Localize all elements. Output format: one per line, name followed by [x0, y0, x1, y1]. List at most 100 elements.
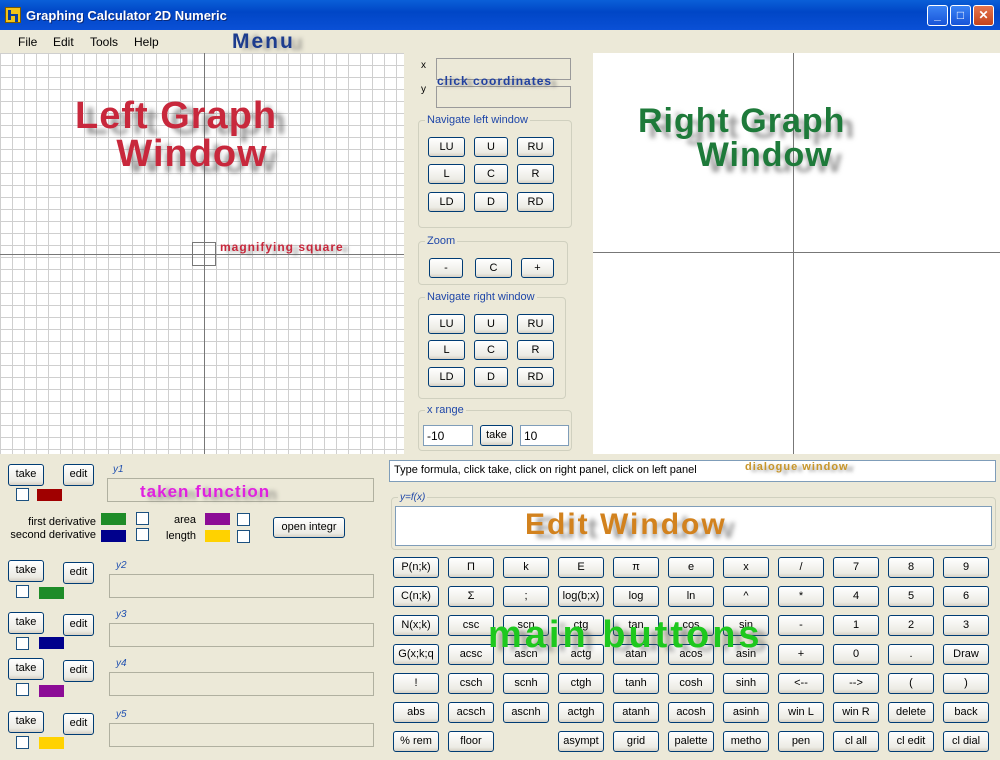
- key-ascnh-button[interactable]: ascnh: [503, 702, 549, 723]
- y4-edit-button[interactable]: edit: [63, 660, 94, 682]
- y5-color-swatch[interactable]: [39, 737, 64, 749]
- key-blank-button[interactable]: ;: [503, 586, 549, 607]
- y2-checkbox[interactable]: [16, 585, 29, 598]
- key-blank-button[interactable]: .: [888, 644, 934, 665]
- y1-color-swatch[interactable]: [37, 489, 62, 501]
- nav-right-l-button[interactable]: L: [428, 340, 465, 360]
- area-checkbox[interactable]: [237, 513, 250, 526]
- key-blank-button[interactable]: *: [778, 586, 824, 607]
- key-win-l-button[interactable]: win L: [778, 702, 824, 723]
- y4-take-button[interactable]: take: [8, 658, 44, 680]
- nav-right-rd-button[interactable]: RD: [517, 367, 554, 387]
- key-win-r-button[interactable]: win R: [833, 702, 879, 723]
- key-x-button[interactable]: x: [723, 557, 769, 578]
- key-blank-button[interactable]: <--: [778, 673, 824, 694]
- key-cl-all-button[interactable]: cl all: [833, 731, 879, 752]
- y5-edit-button[interactable]: edit: [63, 713, 94, 735]
- first-derivative-checkbox[interactable]: [136, 512, 149, 525]
- key-e-button[interactable]: e: [668, 557, 714, 578]
- y5-checkbox[interactable]: [16, 736, 29, 749]
- y5-take-button[interactable]: take: [8, 711, 44, 733]
- key-n-x-k-button[interactable]: N(x;k): [393, 615, 439, 636]
- minimize-button[interactable]: _: [927, 5, 948, 26]
- menu-edit[interactable]: Edit: [53, 35, 74, 49]
- magnifying-square[interactable]: [192, 242, 216, 266]
- menu-help[interactable]: Help: [134, 35, 159, 49]
- key-blank-button[interactable]: ^: [723, 586, 769, 607]
- key-abs-button[interactable]: abs: [393, 702, 439, 723]
- key-scnh-button[interactable]: scnh: [503, 673, 549, 694]
- key-blank-button[interactable]: Σ: [448, 586, 494, 607]
- key-acsch-button[interactable]: acsch: [448, 702, 494, 723]
- y4-color-swatch[interactable]: [39, 685, 64, 697]
- key-cosh-button[interactable]: cosh: [668, 673, 714, 694]
- key-pen-button[interactable]: pen: [778, 731, 824, 752]
- nav-left-l-button[interactable]: L: [428, 164, 465, 184]
- key-9-button[interactable]: 9: [943, 557, 989, 578]
- key-floor-button[interactable]: floor: [448, 731, 494, 752]
- key-ctgh-button[interactable]: ctgh: [558, 673, 604, 694]
- open-integr-button[interactable]: open integr: [273, 517, 345, 538]
- length-checkbox[interactable]: [237, 530, 250, 543]
- second-derivative-checkbox[interactable]: [136, 528, 149, 541]
- key-2-button[interactable]: 2: [888, 615, 934, 636]
- x-min-input[interactable]: -10: [423, 425, 473, 446]
- nav-left-rd-button[interactable]: RD: [517, 192, 554, 212]
- key-p-n-k-button[interactable]: P(n;k): [393, 557, 439, 578]
- key-8-button[interactable]: 8: [888, 557, 934, 578]
- key-blank-button[interactable]: !: [393, 673, 439, 694]
- close-button[interactable]: ✕: [973, 5, 994, 26]
- key-7-button[interactable]: 7: [833, 557, 879, 578]
- key-sinh-button[interactable]: sinh: [723, 673, 769, 694]
- nav-right-c-button[interactable]: C: [474, 340, 508, 360]
- key-blank-button[interactable]: -->: [833, 673, 879, 694]
- key-draw-button[interactable]: Draw: [943, 644, 989, 665]
- y2-edit-button[interactable]: edit: [63, 562, 94, 584]
- key-log-button[interactable]: log: [613, 586, 659, 607]
- y2-take-button[interactable]: take: [8, 560, 44, 582]
- y3-checkbox[interactable]: [16, 637, 29, 650]
- key-metho-button[interactable]: metho: [723, 731, 769, 752]
- y1-checkbox[interactable]: [16, 488, 29, 501]
- key-ln-button[interactable]: ln: [668, 586, 714, 607]
- second-derivative-swatch[interactable]: [101, 530, 126, 542]
- nav-right-u-button[interactable]: U: [474, 314, 508, 334]
- key-asympt-button[interactable]: asympt: [558, 731, 604, 752]
- nav-right-ld-button[interactable]: LD: [428, 367, 465, 387]
- zoom-center-button[interactable]: C: [475, 258, 512, 278]
- key-3-button[interactable]: 3: [943, 615, 989, 636]
- key-6-button[interactable]: 6: [943, 586, 989, 607]
- key-k-button[interactable]: k: [503, 557, 549, 578]
- zoom-in-button[interactable]: +: [521, 258, 554, 278]
- x-range-take-button[interactable]: take: [480, 425, 513, 446]
- nav-left-ru-button[interactable]: RU: [517, 137, 554, 157]
- key-1-button[interactable]: 1: [833, 615, 879, 636]
- y1-take-button[interactable]: take: [8, 464, 44, 486]
- key-cl-dial-button[interactable]: cl dial: [943, 731, 989, 752]
- nav-left-ld-button[interactable]: LD: [428, 192, 465, 212]
- key-blank-button[interactable]: π: [613, 557, 659, 578]
- key-csch-button[interactable]: csch: [448, 673, 494, 694]
- x-max-input[interactable]: 10: [520, 425, 569, 446]
- key-delete-button[interactable]: delete: [888, 702, 934, 723]
- nav-right-r-button[interactable]: R: [517, 340, 554, 360]
- nav-right-lu-button[interactable]: LU: [428, 314, 465, 334]
- key-0-button[interactable]: 0: [833, 644, 879, 665]
- key-blank-button[interactable]: -: [778, 615, 824, 636]
- key-e-button[interactable]: E: [558, 557, 604, 578]
- key-tanh-button[interactable]: tanh: [613, 673, 659, 694]
- key-asinh-button[interactable]: asinh: [723, 702, 769, 723]
- key-blank-button[interactable]: ): [943, 673, 989, 694]
- area-swatch[interactable]: [205, 513, 230, 525]
- key-actgh-button[interactable]: actgh: [558, 702, 604, 723]
- key-g-x-k-q-button[interactable]: G(x;k;q: [393, 644, 439, 665]
- key-blank-button[interactable]: Π: [448, 557, 494, 578]
- key-blank-button[interactable]: (: [888, 673, 934, 694]
- nav-right-d-button[interactable]: D: [474, 367, 508, 387]
- key-palette-button[interactable]: palette: [668, 731, 714, 752]
- y4-checkbox[interactable]: [16, 683, 29, 696]
- first-derivative-swatch[interactable]: [101, 513, 126, 525]
- y3-take-button[interactable]: take: [8, 612, 44, 634]
- nav-left-c-button[interactable]: C: [474, 164, 508, 184]
- menu-file[interactable]: File: [18, 35, 37, 49]
